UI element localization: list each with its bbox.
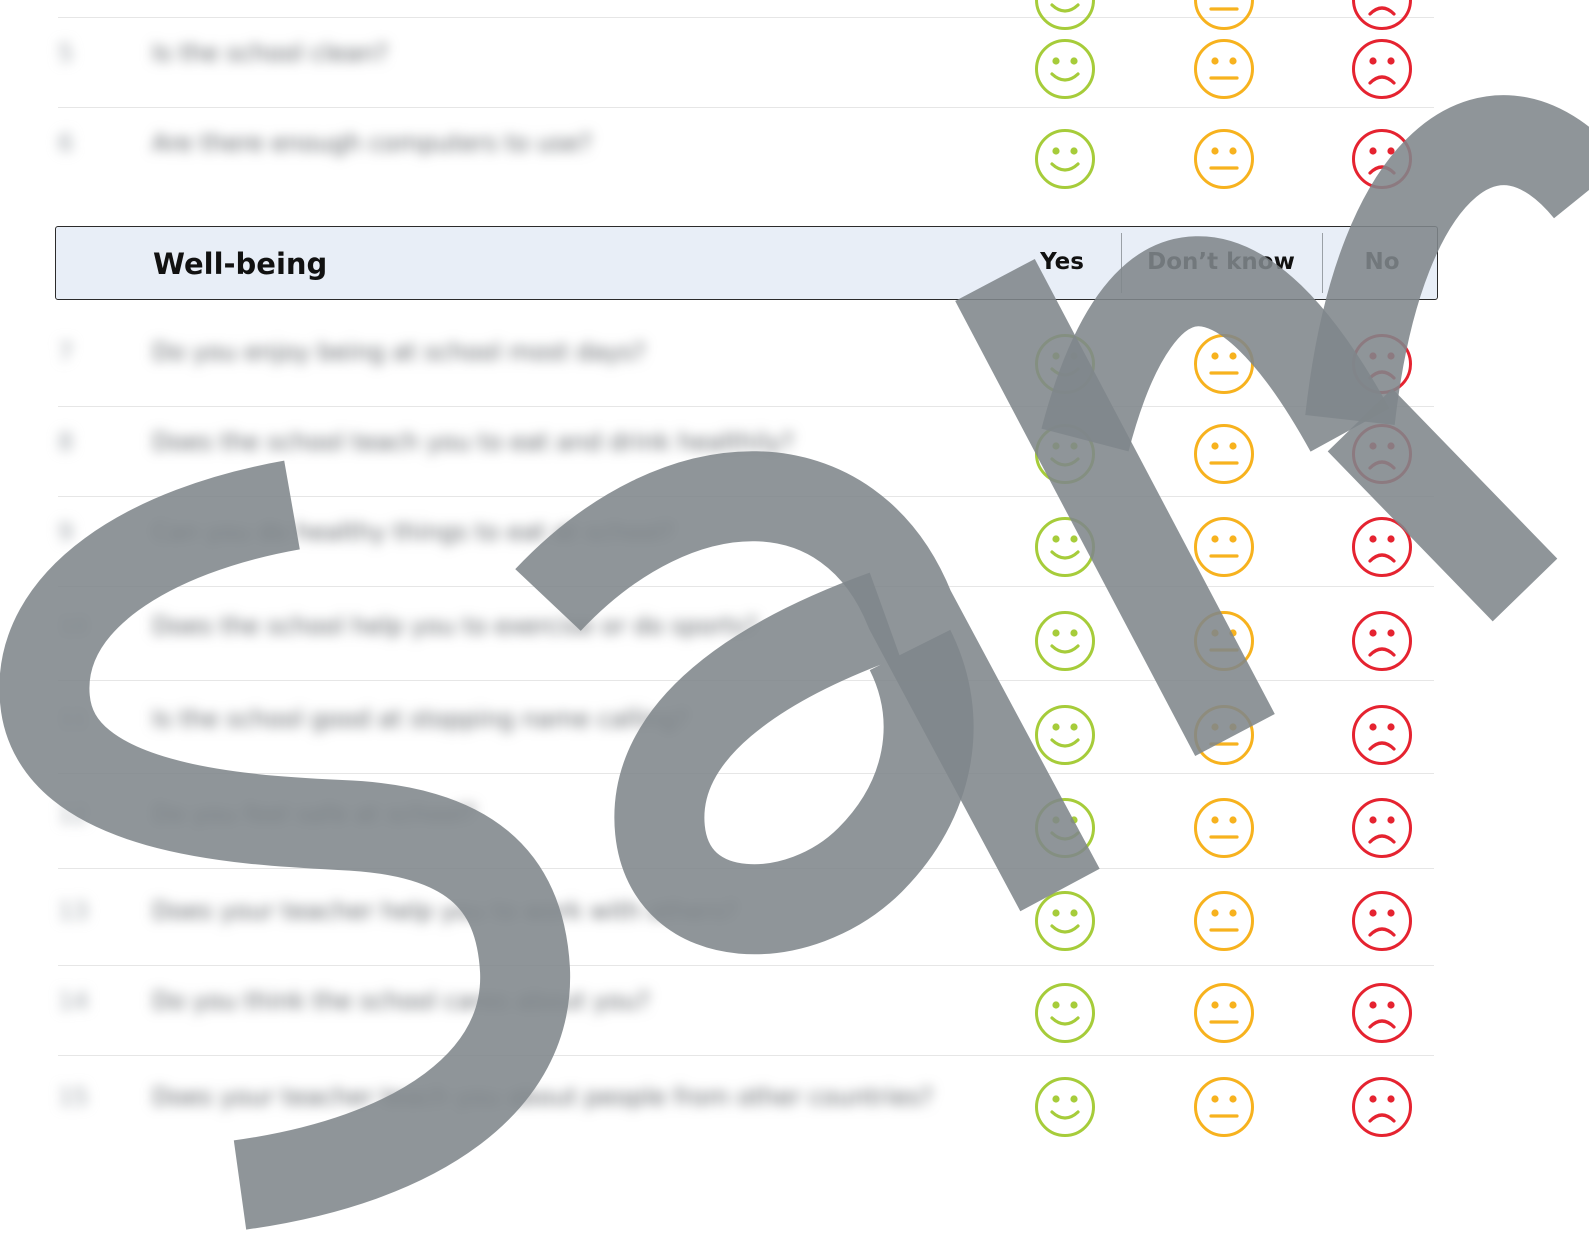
- happy-face-icon[interactable]: [1034, 423, 1096, 485]
- question-text: Is the school good at stopping name call…: [152, 705, 689, 733]
- question-number: 5: [58, 39, 74, 67]
- neutral-face-icon[interactable]: [1193, 610, 1255, 672]
- table-row: 11 Is the school good at stopping name c…: [58, 683, 1434, 774]
- column-header-no: No: [1364, 249, 1400, 275]
- neutral-face-icon[interactable]: [1193, 1076, 1255, 1138]
- sad-face-icon[interactable]: [1351, 797, 1413, 859]
- happy-face-icon[interactable]: [1034, 333, 1096, 395]
- question-text: Is the school clean?: [152, 39, 389, 67]
- happy-face-icon[interactable]: [1034, 890, 1096, 952]
- sad-face-icon[interactable]: [1351, 333, 1413, 395]
- question-number: 13: [58, 897, 89, 925]
- question-text: Do you enjoy being at school most days?: [152, 338, 646, 366]
- section-header: Well-being Yes Don’t know No: [55, 226, 1438, 300]
- table-row: 15 Does your teacher teach you about peo…: [58, 1061, 1434, 1151]
- sad-face-icon[interactable]: [1351, 1076, 1413, 1138]
- column-divider: [1322, 233, 1323, 293]
- sad-face-icon[interactable]: [1351, 128, 1413, 190]
- sad-face-icon[interactable]: [1351, 982, 1413, 1044]
- table-row: 13 Does your teacher help you to work wi…: [58, 875, 1434, 966]
- question-text: Does your teacher teach you about people…: [152, 1083, 934, 1111]
- survey-page: 5 Is the school clean? 6 Are there enoug…: [0, 0, 1589, 1236]
- section-title: Well-being: [153, 247, 328, 281]
- neutral-face-icon[interactable]: [1193, 128, 1255, 190]
- neutral-face-icon[interactable]: [1193, 38, 1255, 100]
- question-number: 9: [58, 518, 74, 546]
- question-number: 14: [58, 987, 89, 1015]
- table-row: 14 Do you think the school cares about y…: [58, 965, 1434, 1056]
- question-text: Do you think the school cares about you?: [152, 987, 650, 1015]
- question-text: Do you feel safe at school?: [152, 800, 477, 828]
- question-number: 8: [58, 428, 74, 456]
- happy-face-icon[interactable]: [1034, 1076, 1096, 1138]
- column-header-dont-know: Don’t know: [1147, 249, 1295, 275]
- question-number: 11: [58, 705, 89, 733]
- sad-face-icon[interactable]: [1351, 38, 1413, 100]
- table-row: 5 Is the school clean?: [58, 17, 1434, 108]
- table-row: 10 Does the school help you to exercise …: [58, 590, 1434, 681]
- question-text: Can you do healthy things to eat at scho…: [152, 518, 675, 546]
- question-text: Does the school teach you to eat and dri…: [152, 428, 795, 456]
- sad-face-icon[interactable]: [1351, 610, 1413, 672]
- neutral-face-icon[interactable]: [1193, 333, 1255, 395]
- table-row: 7 Do you enjoy being at school most days…: [58, 316, 1434, 407]
- question-number: 6: [58, 129, 74, 157]
- sad-face-icon[interactable]: [1351, 516, 1413, 578]
- happy-face-icon[interactable]: [1034, 704, 1096, 766]
- table-row: 6 Are there enough computers to use?: [58, 107, 1434, 197]
- happy-face-icon[interactable]: [1034, 516, 1096, 578]
- neutral-face-icon[interactable]: [1193, 890, 1255, 952]
- happy-face-icon[interactable]: [1034, 610, 1096, 672]
- question-text: Does the school help you to exercise or …: [152, 612, 758, 640]
- column-header-yes: Yes: [1040, 249, 1084, 275]
- neutral-face-icon[interactable]: [1193, 982, 1255, 1044]
- table-row: 8 Does the school teach you to eat and d…: [58, 406, 1434, 497]
- neutral-face-icon[interactable]: [1193, 423, 1255, 485]
- happy-face-icon[interactable]: [1034, 38, 1096, 100]
- happy-face-icon[interactable]: [1034, 982, 1096, 1044]
- question-text: Are there enough computers to use?: [152, 129, 593, 157]
- question-text: Does your teacher help you to work with …: [152, 897, 738, 925]
- neutral-face-icon[interactable]: [1193, 516, 1255, 578]
- table-row: [58, 0, 1434, 30]
- column-divider: [1121, 233, 1122, 293]
- table-row: 12 Do you feel safe at school?: [58, 778, 1434, 869]
- table-row: 9 Can you do healthy things to eat at sc…: [58, 496, 1434, 587]
- neutral-face-icon[interactable]: [1193, 797, 1255, 859]
- sad-face-icon[interactable]: [1351, 423, 1413, 485]
- neutral-face-icon[interactable]: [1193, 704, 1255, 766]
- question-number: 12: [58, 800, 89, 828]
- happy-face-icon[interactable]: [1034, 128, 1096, 190]
- sad-face-icon[interactable]: [1351, 704, 1413, 766]
- question-number: 10: [58, 612, 89, 640]
- question-number: 7: [58, 338, 74, 366]
- happy-face-icon[interactable]: [1034, 797, 1096, 859]
- question-number: 15: [58, 1083, 89, 1111]
- sad-face-icon[interactable]: [1351, 890, 1413, 952]
